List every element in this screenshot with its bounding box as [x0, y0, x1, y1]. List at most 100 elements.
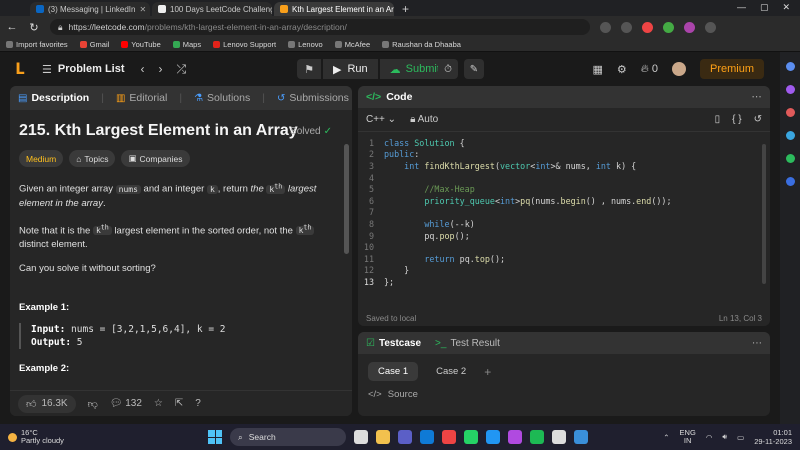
like-button[interactable]: 👍︎ 16.3K: [18, 394, 76, 413]
case-1-tab[interactable]: Case 1: [368, 362, 419, 381]
teams-icon[interactable]: [398, 430, 412, 444]
task-view-icon[interactable]: [354, 430, 368, 444]
comments-button[interactable]: 💬︎ 132: [110, 398, 142, 409]
more-options-icon[interactable]: ⋯: [752, 338, 762, 349]
description-body: 215. Kth Largest Element in an Array Sol…: [10, 110, 352, 390]
layout-grid-icon[interactable]: ▦: [592, 63, 602, 76]
code-editor[interactable]: 1 class Solution { 2 public: 3 int findKth…: [358, 132, 770, 288]
tab-test-result[interactable]: >_ Test Result: [435, 338, 500, 349]
tools-icon[interactable]: [785, 108, 795, 117]
date: 29-11-2023: [754, 437, 792, 446]
weather-widget[interactable]: 16°C Partly cloudy: [8, 429, 64, 445]
comment-icon: 💬︎: [109, 398, 123, 409]
leetcode-logo-icon[interactable]: ᒪ: [12, 61, 28, 78]
games-icon[interactable]: [785, 131, 795, 140]
app-icon[interactable]: [486, 430, 500, 444]
file-explorer-icon[interactable]: [376, 430, 390, 444]
office-icon[interactable]: [785, 154, 795, 163]
thumbs-down-icon[interactable]: 👎︎: [88, 398, 98, 410]
search-icon[interactable]: [785, 62, 795, 71]
maximize-icon[interactable]: ▢: [760, 2, 769, 13]
play-icon: ▶: [333, 63, 342, 76]
bookmark-icon[interactable]: ▯: [715, 114, 721, 125]
taskbar-search[interactable]: ⌕ Search: [230, 428, 346, 446]
bookmark-item[interactable]: Gmail: [79, 40, 109, 49]
wifi-icon[interactable]: ◠: [706, 433, 713, 442]
problem-list-button[interactable]: ☰ Problem List: [42, 63, 125, 76]
next-problem-icon[interactable]: ›: [159, 62, 163, 77]
browser-tab-linkedin[interactable]: (3) Messaging | LinkedIn ✕: [30, 2, 150, 16]
bookmark-item[interactable]: Import favorites: [6, 40, 68, 49]
read-aloud-icon[interactable]: [600, 21, 611, 33]
scrollbar[interactable]: [344, 144, 349, 254]
spotify-icon[interactable]: [530, 430, 544, 444]
settings-gear-icon[interactable]: ⚙: [617, 63, 627, 76]
topics-tag[interactable]: ⌂ Topics: [69, 150, 116, 167]
vscode-icon[interactable]: [574, 430, 588, 444]
premium-button[interactable]: Premium: [699, 59, 764, 79]
close-tab-icon[interactable]: ✕: [139, 5, 146, 14]
avatar[interactable]: [671, 62, 686, 76]
tab-solutions[interactable]: ⚗ Solutions: [194, 92, 250, 104]
app-icon[interactable]: [508, 430, 522, 444]
chevron-up-icon[interactable]: ⌃: [663, 433, 669, 442]
bookmark-item[interactable]: Raushan da Dhaaba: [382, 40, 461, 49]
new-tab-button[interactable]: +: [396, 2, 415, 16]
star-icon[interactable]: ☆: [154, 398, 163, 409]
favorite-star-icon[interactable]: [621, 21, 632, 33]
shuffle-icon[interactable]: ⤮: [177, 62, 187, 77]
outlook-icon[interactable]: [785, 177, 795, 186]
add-case-icon[interactable]: +: [484, 365, 491, 379]
url-input[interactable]: 🔒︎ https://leetcode.com/problems/kth-lar…: [50, 19, 590, 35]
scrollbar[interactable]: [762, 144, 766, 284]
prev-problem-icon[interactable]: ‹: [141, 62, 145, 77]
language-select[interactable]: C++ ⌄: [366, 114, 396, 125]
tab-submissions[interactable]: ↺ Submissions: [277, 92, 349, 104]
clock[interactable]: 01:01 29-11-2023: [754, 428, 792, 446]
minimize-icon[interactable]: —: [737, 2, 746, 13]
notes-icon[interactable]: ✎: [464, 59, 484, 79]
run-button[interactable]: ▶ Run: [323, 59, 378, 79]
bookmark-item[interactable]: Maps: [172, 40, 201, 49]
share-icon[interactable]: ⇱: [175, 398, 183, 409]
bookmark-item[interactable]: Lenovo Support: [213, 40, 276, 49]
browser-tab-leetcode[interactable]: Kth Largest Element in an Array ✕: [274, 2, 394, 16]
close-window-icon[interactable]: ✕: [782, 2, 790, 13]
bookmark-item[interactable]: McAfee: [334, 40, 370, 49]
auto-toggle[interactable]: 🔒︎ Auto: [410, 114, 438, 125]
streak-counter[interactable]: 🔥︎ 0: [641, 63, 658, 76]
shopping-icon[interactable]: [785, 85, 795, 94]
problem-description: Given an integer array nums and an integ…: [19, 179, 343, 276]
bookmark-item[interactable]: Lenovo: [288, 40, 323, 49]
app-icon[interactable]: [552, 430, 566, 444]
profile-icon[interactable]: [705, 21, 716, 33]
app-icon[interactable]: [442, 430, 456, 444]
browser-tab-challenge[interactable]: 100 Days LeetCode Challenge - ... ✕: [152, 2, 272, 16]
whatsapp-icon[interactable]: [464, 430, 478, 444]
extension-icon[interactable]: [642, 21, 653, 33]
windows-start-icon[interactable]: [208, 430, 222, 444]
battery-icon[interactable]: ▭: [737, 433, 744, 442]
help-icon[interactable]: ?: [195, 398, 201, 409]
bookmark-item[interactable]: YouTube: [121, 40, 161, 49]
speaker-icon[interactable]: 🔊︎: [722, 432, 727, 442]
tab-description[interactable]: ▤ Description: [18, 92, 89, 104]
source-toggle[interactable]: </> Source: [358, 389, 770, 400]
braces-icon[interactable]: { }: [732, 114, 741, 125]
edge-icon[interactable]: [420, 430, 434, 444]
case-2-tab[interactable]: Case 2: [426, 362, 476, 381]
extension-icon[interactable]: [684, 21, 695, 33]
back-icon[interactable]: ←: [6, 21, 18, 33]
tab-testcase[interactable]: ☑ Testcase: [366, 338, 421, 349]
document-icon: ▤: [18, 92, 28, 104]
reset-icon[interactable]: ↺: [754, 114, 762, 125]
debug-icon[interactable]: ⚑: [297, 59, 321, 79]
tab-editorial[interactable]: ▥ Editorial: [116, 92, 167, 104]
difficulty-badge[interactable]: Medium: [19, 150, 64, 167]
language-indicator[interactable]: ENG IN: [680, 429, 696, 445]
companies-tag[interactable]: ▣ Companies: [121, 150, 190, 167]
extension-icon[interactable]: [663, 21, 674, 33]
more-options-icon[interactable]: ⋯: [752, 91, 763, 103]
refresh-icon[interactable]: ↻: [28, 21, 40, 34]
timer-icon[interactable]: ⏱: [438, 59, 458, 79]
